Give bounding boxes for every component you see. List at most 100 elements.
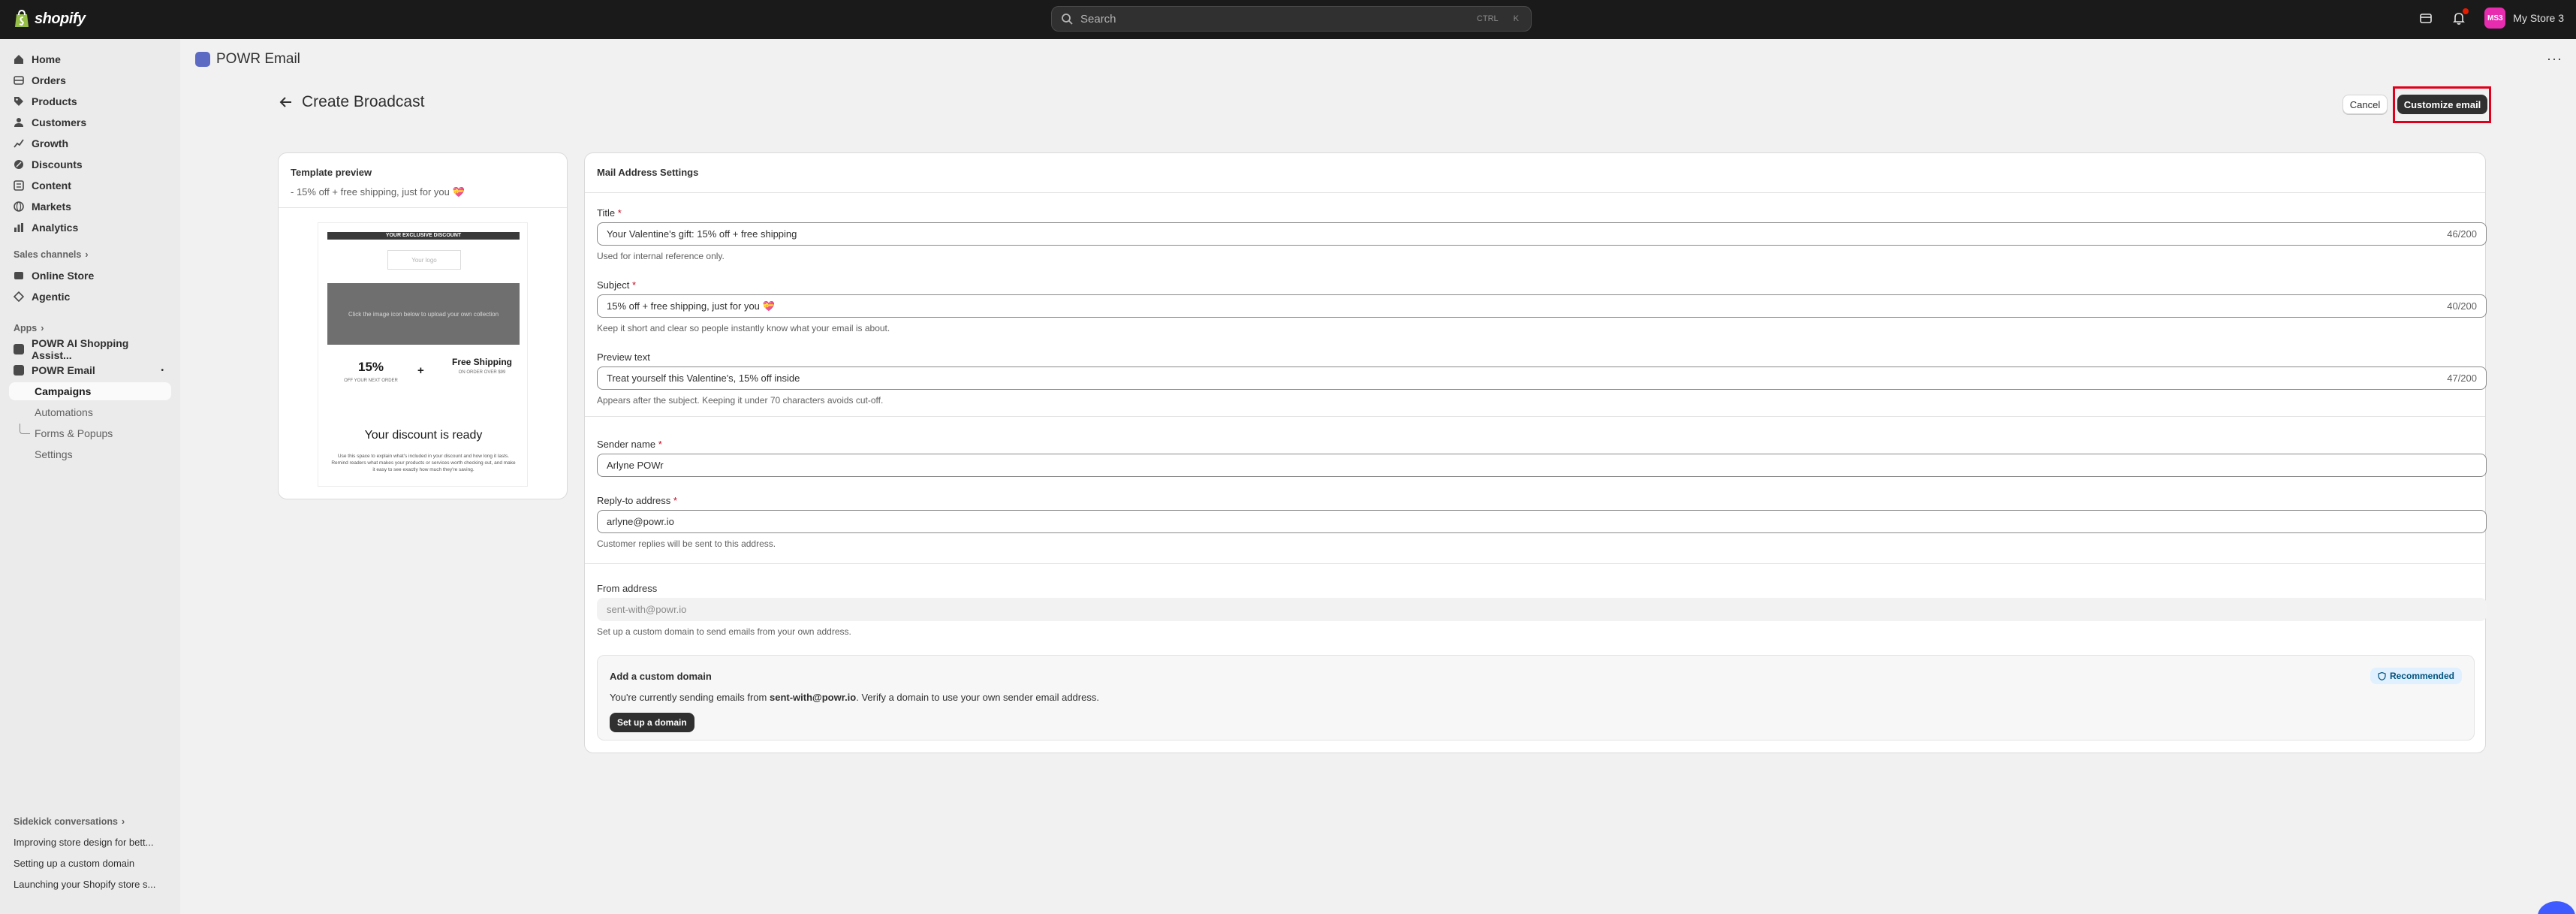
sidebar-item-label: Campaigns: [35, 385, 92, 397]
email-hero-image: Click the image icon below to upload you…: [327, 283, 520, 345]
sidebar-item-home[interactable]: Home: [9, 50, 171, 68]
growth-icon: [14, 139, 24, 148]
email-offer-small: OFF YOUR NEXT ORDER: [344, 379, 398, 383]
title-help: Used for internal reference only.: [597, 251, 725, 261]
customize-email-button[interactable]: Customize email: [2397, 95, 2487, 114]
shopify-bag-icon: [15, 9, 29, 27]
conversation-item[interactable]: Improving store design for bett...: [14, 837, 171, 848]
apps-heading[interactable]: Apps ›: [14, 323, 44, 333]
preview-text-help: Appears after the subject. Keeping it un…: [597, 395, 884, 406]
sidebar-item-discounts[interactable]: Discounts: [9, 155, 171, 173]
sidebar-item-growth[interactable]: Growth: [9, 134, 171, 152]
sender-name-label: Sender name *: [597, 439, 662, 450]
sidebar-item-markets[interactable]: Markets: [9, 198, 171, 216]
store-icon[interactable]: [2418, 11, 2433, 26]
sidekick-button[interactable]: [2538, 901, 2575, 914]
sidebar-item-powr-ai[interactable]: POWR AI Shopping Assist...: [9, 337, 171, 361]
email-offer-big: 15%: [357, 360, 384, 374]
char-count: 40/200: [2447, 300, 2477, 312]
section-label: Apps: [14, 323, 38, 333]
input-value: Treat yourself this Valentine's, 15% off…: [607, 373, 800, 384]
badge-text: Recommended: [2389, 671, 2454, 681]
cancel-button[interactable]: Cancel: [2343, 95, 2388, 114]
top-right-actions: MS3 My Store 3: [2418, 8, 2564, 29]
subject-input[interactable]: 15% off + free shipping, just for you 💝 …: [597, 294, 2487, 318]
sidebar-item-customers[interactable]: Customers: [9, 113, 171, 131]
powr-email-app-icon: [14, 365, 24, 376]
conversation-item[interactable]: Setting up a custom domain: [14, 858, 171, 869]
home-icon: [14, 55, 23, 64]
label-text: Subject: [597, 279, 630, 291]
storefront-icon: [14, 272, 23, 279]
sidebar-item-analytics[interactable]: Analytics: [9, 219, 171, 237]
search-input[interactable]: Search CTRL K: [1051, 6, 1532, 32]
sidebar-item-powr-email[interactable]: POWR Email •: [9, 361, 171, 379]
email-shipping-block: Free Shipping ON ORDER OVER $99: [452, 357, 512, 375]
store-menu[interactable]: MS3 My Store 3: [2484, 8, 2564, 29]
reply-to-input[interactable]: arlyne@powr.io: [597, 510, 2487, 533]
sidebar-item-online-store[interactable]: Online Store: [9, 267, 171, 285]
label-text: Sender name: [597, 439, 656, 450]
sidebar-item-label: Agentic: [32, 291, 71, 303]
conversation-item[interactable]: Launching your Shopify store s...: [14, 879, 171, 890]
sidebar-item-forms-popups[interactable]: Forms & Popups: [9, 424, 171, 442]
email-thumbnail[interactable]: YOUR EXCLUSIVE DISCOUNT Your logo Click …: [318, 222, 528, 487]
section-label: Sidekick conversations: [14, 816, 118, 827]
sidebar-item-label: Analytics: [32, 222, 79, 234]
input-value: arlyne@powr.io: [607, 516, 674, 527]
email-ship-big: Free Shipping: [452, 357, 513, 367]
sidekick-heading[interactable]: Sidekick conversations ›: [14, 816, 125, 827]
sidebar-item-label: Content: [32, 179, 71, 192]
title-input[interactable]: Your Valentine's gift: 15% off + free sh…: [597, 222, 2487, 246]
reply-to-label: Reply-to address *: [597, 495, 677, 506]
shortcut-k: K: [1513, 14, 1519, 23]
person-icon: [14, 118, 23, 127]
sidebar-item-label: Home: [32, 53, 61, 65]
sidebar-item-orders[interactable]: Orders: [9, 71, 171, 89]
shopify-wordmark: shopify: [35, 10, 86, 27]
custom-domain-heading: Add a custom domain: [610, 671, 712, 682]
email-plus: +: [417, 364, 424, 377]
custom-domain-text: You're currently sending emails from sen…: [610, 692, 1099, 703]
avatar: MS3: [2484, 8, 2506, 29]
template-preview-subject: - 15% off + free shipping, just for you …: [291, 186, 465, 198]
required-mark: *: [658, 439, 662, 450]
preview-text-label: Preview text: [597, 351, 650, 363]
divider: [585, 416, 2485, 417]
subject-help: Keep it short and clear so people instan…: [597, 323, 890, 333]
pin-icon[interactable]: •: [161, 367, 164, 375]
sidebar-item-settings[interactable]: Settings: [9, 445, 171, 463]
char-count: 46/200: [2447, 228, 2477, 240]
email-ship-small: ON ORDER OVER $99: [458, 370, 506, 375]
sidebar-item-automations[interactable]: Automations: [9, 403, 171, 421]
sender-name-input[interactable]: Arlyne POWr: [597, 454, 2487, 477]
sidebar-item-content[interactable]: Content: [9, 176, 171, 195]
back-arrow-icon[interactable]: [279, 95, 293, 109]
required-mark: *: [673, 495, 677, 506]
shopify-logo[interactable]: shopify: [14, 9, 86, 29]
page-title: Create Broadcast: [279, 93, 424, 111]
sidebar: Home Orders Products Customers Growth Di…: [0, 39, 180, 914]
search-shortcut: CTRL K: [1474, 14, 1522, 24]
preview-text-input[interactable]: Treat yourself this Valentine's, 15% off…: [597, 367, 2487, 390]
sidebar-item-label: Discounts: [32, 158, 83, 170]
sidebar-item-agentic[interactable]: Agentic: [9, 288, 171, 306]
section-label: Sales channels: [14, 249, 82, 260]
mail-settings-card: Mail Address Settings Title * Your Valen…: [584, 152, 2487, 753]
required-mark: *: [617, 207, 622, 219]
sales-channels-heading[interactable]: Sales channels ›: [14, 249, 89, 260]
sidebar-item-campaigns[interactable]: Campaigns: [9, 382, 171, 400]
email-body-text: Use this space to explain what's include…: [331, 454, 516, 472]
more-actions-icon[interactable]: ···: [2547, 51, 2562, 67]
set-up-domain-button[interactable]: Set up a domain: [610, 713, 694, 732]
email-ready-heading: Your discount is ready: [364, 429, 483, 442]
powr-ai-app-icon: [14, 344, 24, 354]
from-address-help: Set up a custom domain to send emails fr…: [597, 626, 851, 637]
email-offer-block: 15% OFF YOUR NEXT ORDER: [341, 360, 401, 384]
discount-icon: [14, 160, 23, 169]
sidebar-item-products[interactable]: Products: [9, 92, 171, 110]
sidebar-item-label: Products: [32, 95, 77, 107]
text-bold: sent-with@powr.io: [770, 692, 857, 703]
notification-bell-icon[interactable]: [2451, 8, 2469, 26]
chevron-right-icon: ›: [41, 323, 44, 333]
